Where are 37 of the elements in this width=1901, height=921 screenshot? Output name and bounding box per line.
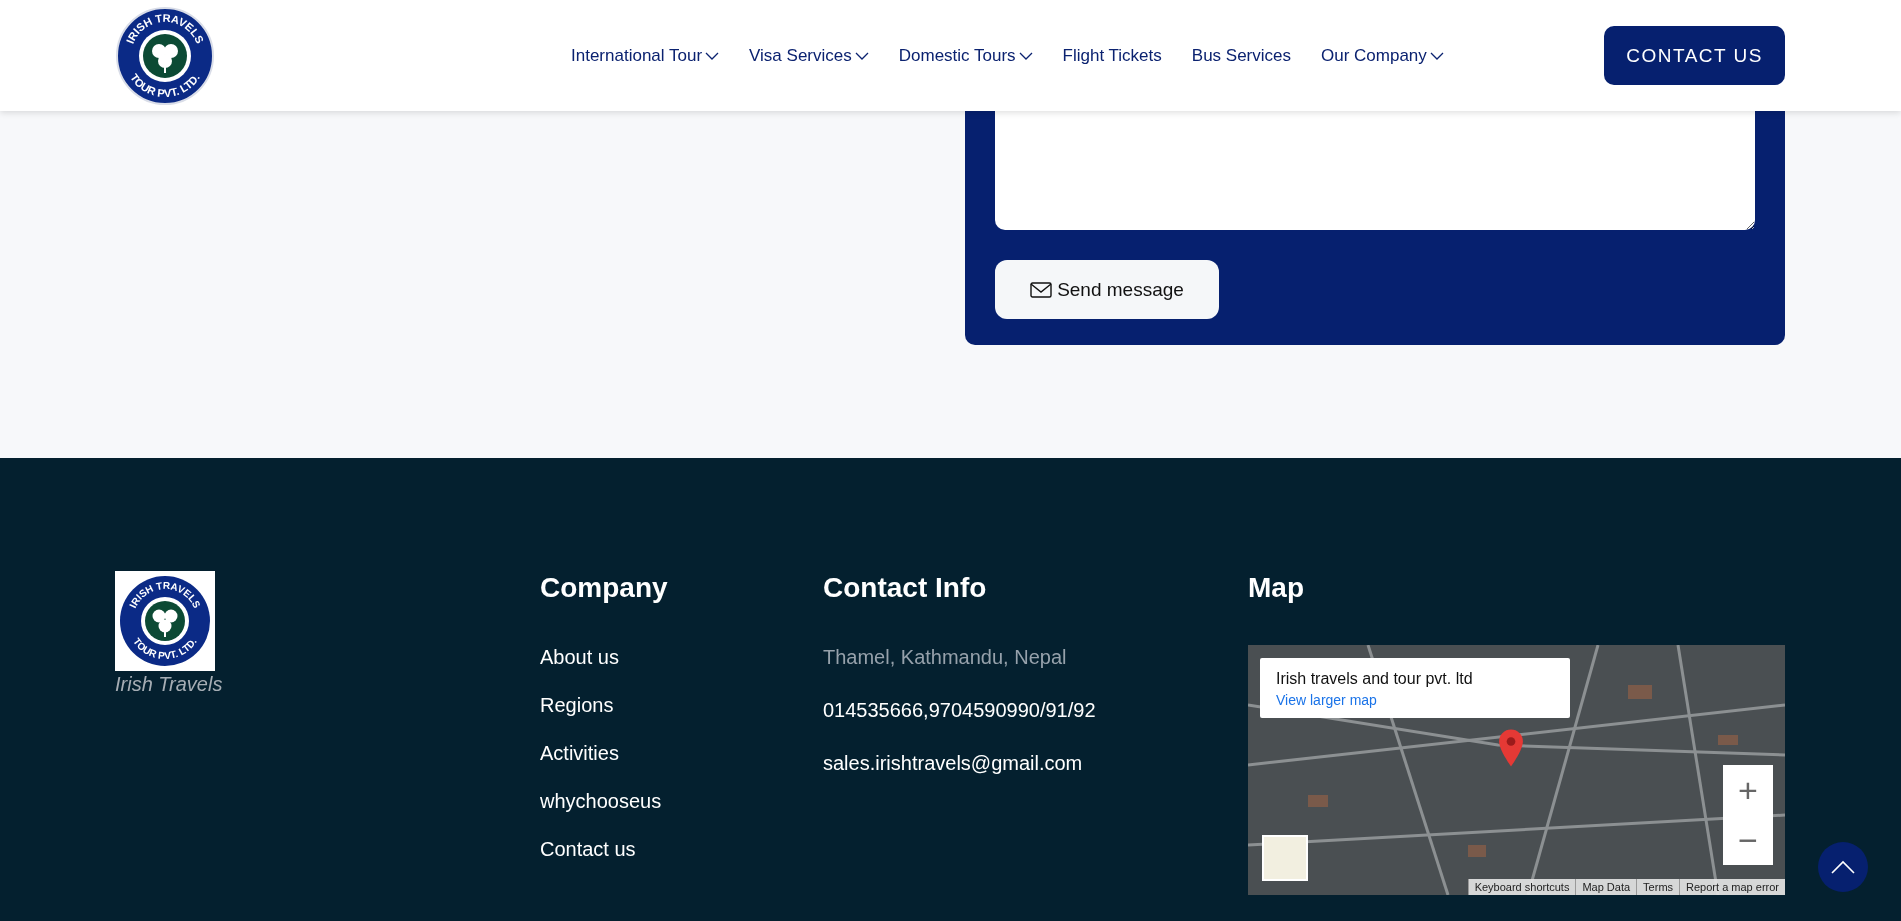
nav-link[interactable]: Our Company xyxy=(1321,45,1444,66)
map-attribution-link[interactable]: Map Data xyxy=(1575,878,1637,895)
footer-link[interactable]: Regions xyxy=(540,692,823,717)
column-heading: Contact Info xyxy=(823,571,988,605)
place-name: Irish travels and tour pvt. ltd xyxy=(1276,669,1474,688)
contact-detail: 014535666,9704590990/91/92 xyxy=(823,697,1097,722)
caret-icon xyxy=(705,51,720,60)
map-attribution-link[interactable]: Keyboard shortcuts xyxy=(1467,878,1576,895)
column-heading: Map xyxy=(1248,571,1305,605)
brand-name: Irish Travels xyxy=(115,673,224,696)
nav-link[interactable]: Bus Services xyxy=(1191,45,1291,66)
message-field[interactable] xyxy=(995,111,1755,230)
caret-icon xyxy=(1429,51,1444,60)
map-attribution-link[interactable]: Report a map error xyxy=(1679,878,1785,895)
nav-link[interactable]: Visa Services xyxy=(749,45,869,66)
nav-link[interactable]: Flight Tickets xyxy=(1062,45,1162,66)
contact-detail: sales.irishtravels@gmail.com xyxy=(823,750,1084,775)
footer-link[interactable]: About us xyxy=(540,644,823,669)
chevron-up-icon xyxy=(1831,860,1855,874)
map-attribution-link[interactable]: Terms xyxy=(1636,878,1680,895)
footer-link[interactable]: Contact us xyxy=(540,836,823,861)
map-pin-icon xyxy=(1498,727,1524,768)
nav-link[interactable]: Domestic Tours xyxy=(898,45,1033,66)
scroll-to-top-button[interactable] xyxy=(1818,842,1868,892)
map-layer-toggle[interactable] xyxy=(1262,834,1308,881)
contact-detail: Thamel, Kathmandu, Nepal xyxy=(823,644,1068,669)
caret-icon xyxy=(1018,51,1033,60)
footer-link[interactable]: whychooseus xyxy=(540,788,823,813)
send-message-button[interactable]: Send message xyxy=(995,260,1219,319)
column-heading: Company xyxy=(540,571,669,605)
contact-us-button[interactable]: CONTACT US xyxy=(1604,26,1785,85)
nav-link[interactable]: International Tour xyxy=(571,45,720,66)
caret-icon xyxy=(854,51,869,60)
map-photo-placeholder[interactable]: Irish travels and tour pvt. ltd View larger map + − Keyboard shortcuts Map Data Terms Report a map error xyxy=(1248,644,1785,895)
envelope-icon xyxy=(1030,281,1053,298)
view-larger-map-link[interactable]: View larger map xyxy=(1276,691,1554,708)
footer-link[interactable]: Activities xyxy=(540,740,823,765)
